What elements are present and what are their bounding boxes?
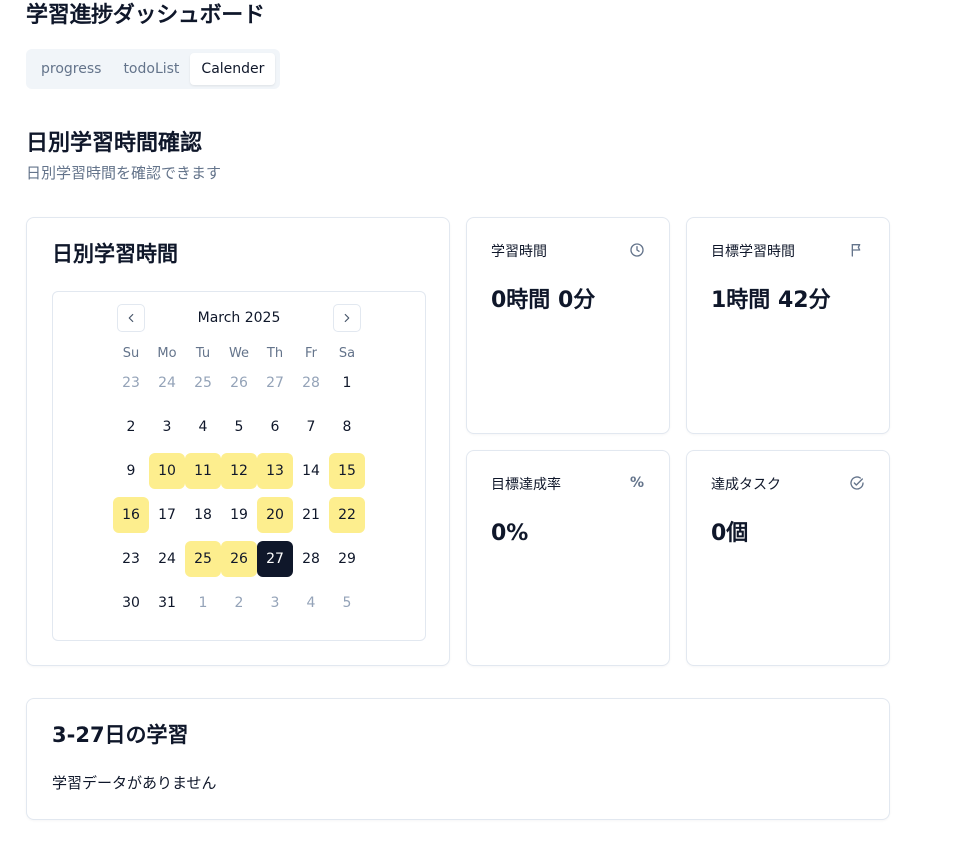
calendar-day[interactable]: 23 [113,541,149,577]
calendar-day[interactable]: 3 [149,409,185,445]
calendar-day[interactable]: 2 [221,585,257,621]
calendar-day[interactable]: 27 [257,541,293,577]
study-time-value: 0時間 0分 [491,288,596,313]
calendar-day[interactable]: 14 [293,453,329,489]
tab-list: progress todoList Calender [26,49,280,89]
calendar-day[interactable]: 28 [293,541,329,577]
study-time-card: 学習時間 0時間 0分 [466,217,670,434]
calendar-day[interactable]: 16 [113,497,149,533]
tab-calender[interactable]: Calender [190,53,276,85]
calendar-day[interactable]: 25 [185,365,221,401]
calendar-day[interactable]: 24 [149,365,185,401]
tab-todolist[interactable]: todoList [112,53,190,85]
completed-tasks-value: 0個 [711,521,749,546]
calendar-day[interactable]: 24 [149,541,185,577]
calendar-week-row: 2345678 [113,409,365,445]
chevron-left-icon [128,313,134,323]
calendar-card: 日別学習時間 March 2025 Su Mo Tu We Th Fr Sa 23 24 25 2… [26,217,450,666]
calendar-day[interactable]: 18 [185,497,221,533]
clock-icon [629,242,645,258]
calendar: March 2025 Su Mo Tu We Th Fr Sa 23 24 25 26 27 28 1 2… [52,291,426,641]
calendar-day[interactable]: 20 [257,497,293,533]
weekday-label: Th [266,346,284,361]
calendar-day[interactable]: 7 [293,409,329,445]
calendar-day[interactable]: 15 [329,453,365,489]
calendar-day[interactable]: 3 [257,585,293,621]
day-detail-title: 3-27日の学習 [52,723,189,747]
calendar-day[interactable]: 19 [221,497,257,533]
weekday-label: Sa [338,346,356,361]
previous-month-button[interactable] [117,304,145,332]
calendar-day[interactable]: 26 [221,541,257,577]
calendar-day[interactable]: 6 [257,409,293,445]
calendar-day[interactable]: 5 [221,409,257,445]
weekday-row: Su Mo Tu We Th Fr Sa [113,343,365,365]
calendar-day[interactable]: 1 [185,585,221,621]
calendar-day[interactable]: 1 [329,365,365,401]
month-label: March 2025 [197,310,281,326]
weekday-label: Tu [195,346,211,361]
weekday-label: Fr [305,346,317,361]
calendar-day[interactable]: 27 [257,365,293,401]
calendar-day[interactable]: 9 [113,453,149,489]
dashboard-page: 学習進捗ダッシュボード progress todoList Calender 日… [0,0,972,861]
calendar-day[interactable]: 12 [221,453,257,489]
calendar-day[interactable]: 10 [149,453,185,489]
calendar-day[interactable]: 28 [293,365,329,401]
calendar-day[interactable]: 30 [113,585,149,621]
calendar-grid: Su Mo Tu We Th Fr Sa 23 24 25 26 27 28 1 2 3 4 5 6 7 8 9 10 11… [113,343,365,621]
chevron-right-icon [344,313,350,323]
calendar-day[interactable]: 17 [149,497,185,533]
target-time-value: 1時間 42分 [711,288,831,313]
achievement-rate-value: 0% [491,521,529,546]
calendar-day[interactable]: 23 [113,365,149,401]
weekday-label: We [228,346,250,361]
achievement-rate-label: 目標達成率 [491,477,561,493]
check-circle-icon [849,475,865,491]
calendar-week-row: 23 24 25 26 27 28 1 [113,365,365,401]
section-title: 日別学習時間確認 [26,131,203,156]
completed-tasks-label: 達成タスク [711,477,781,493]
calendar-day[interactable]: 21 [293,497,329,533]
calendar-week-row: 23 24 25 26 27 28 29 [113,541,365,577]
tab-progress[interactable]: progress [30,53,112,85]
day-detail-card: 3-27日の学習 学習データがありません [26,698,890,820]
target-time-label: 目標学習時間 [711,244,795,260]
calendar-day[interactable]: 5 [329,585,365,621]
empty-message: 学習データがありません [52,774,217,792]
calendar-day[interactable]: 2 [113,409,149,445]
calendar-week-row: 9 10 11 12 13 14 15 [113,453,365,489]
app-title: 学習進捗ダッシュボード [26,3,265,28]
study-time-label: 学習時間 [491,244,547,260]
flag-icon [849,242,865,258]
percent-icon: % [629,475,645,491]
calendar-day[interactable]: 26 [221,365,257,401]
calendar-day[interactable]: 8 [329,409,365,445]
weekday-label: Su [122,346,140,361]
calendar-day[interactable]: 22 [329,497,365,533]
achievement-rate-card: 目標達成率 % 0% [466,450,670,666]
calendar-day[interactable]: 13 [257,453,293,489]
calendar-day[interactable]: 25 [185,541,221,577]
next-month-button[interactable] [332,304,361,332]
target-time-card: 目標学習時間 1時間 42分 [686,217,890,434]
section-subtitle: 日別学習時間を確認できます [26,164,222,182]
calendar-card-title: 日別学習時間 [52,242,178,266]
calendar-day[interactable]: 29 [329,541,365,577]
calendar-day[interactable]: 4 [293,585,329,621]
calendar-week-row: 16 17 18 19 20 21 22 [113,497,365,533]
calendar-day[interactable]: 4 [185,409,221,445]
weekday-label: Mo [157,346,177,361]
calendar-day[interactable]: 31 [149,585,185,621]
calendar-week-row: 30 31 1 2 3 4 5 [113,585,365,621]
calendar-header: March 2025 [117,304,361,332]
calendar-day[interactable]: 11 [185,453,221,489]
weeks: 23 24 25 26 27 28 1 2 3 4 5 6 7 8 9 10 11 12 13 14 15 16 17 18 1… [113,365,365,621]
completed-tasks-card: 達成タスク 0個 [686,450,890,666]
